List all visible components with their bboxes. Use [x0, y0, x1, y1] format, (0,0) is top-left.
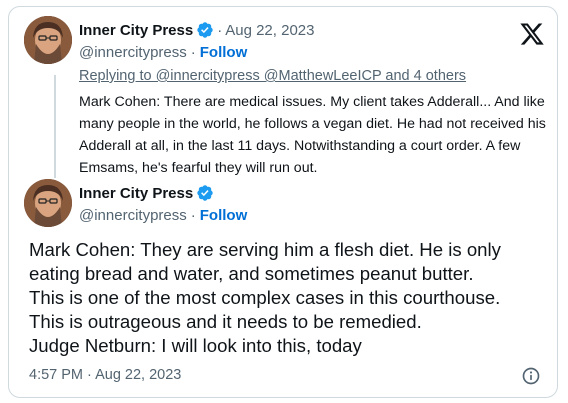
avatar[interactable] [24, 16, 72, 64]
verified-badge-icon [197, 185, 213, 201]
display-name[interactable]: Inner City Press [79, 22, 193, 39]
thread-line [54, 75, 56, 178]
replying-to-text[interactable]: Replying to @innercitypress @MatthewLeeI… [79, 68, 466, 84]
main-name-row: Inner City Press [79, 184, 217, 202]
separator-dot: · [217, 21, 223, 39]
separator-dot: · [190, 207, 196, 224]
main-handle-row: @innercitypress · Follow [79, 207, 247, 224]
info-icon[interactable] [521, 366, 541, 386]
separator-dot: · [190, 44, 196, 61]
tweet-timestamp[interactable]: 4:57 PM · Aug 22, 2023 [29, 367, 181, 383]
main-tweet-text: Mark Cohen: They are serving him a flesh… [29, 239, 501, 356]
quoted-tweet-text: Mark Cohen: There are medical issues. My… [79, 94, 546, 176]
handle[interactable]: @innercitypress [79, 207, 187, 224]
tweet-date[interactable]: Aug 22, 2023 [225, 22, 314, 39]
replying-to[interactable]: Replying to @innercitypress @MatthewLeeI… [79, 68, 466, 84]
follow-button[interactable]: Follow [200, 44, 248, 61]
avatar-image [24, 16, 72, 64]
display-name[interactable]: Inner City Press [79, 185, 193, 202]
quoted-name-row: Inner City Press · Aug 22, 2023 [79, 21, 314, 39]
handle[interactable]: @innercitypress [79, 44, 187, 61]
avatar[interactable] [24, 179, 72, 227]
tweet-card: Inner City Press · Aug 22, 2023 @innerci… [8, 6, 558, 398]
x-logo-icon[interactable] [519, 21, 545, 47]
quoted-handle-row: @innercitypress · Follow [79, 44, 247, 61]
follow-button[interactable]: Follow [200, 207, 248, 224]
verified-badge-icon [197, 22, 213, 38]
avatar-image [24, 179, 72, 227]
